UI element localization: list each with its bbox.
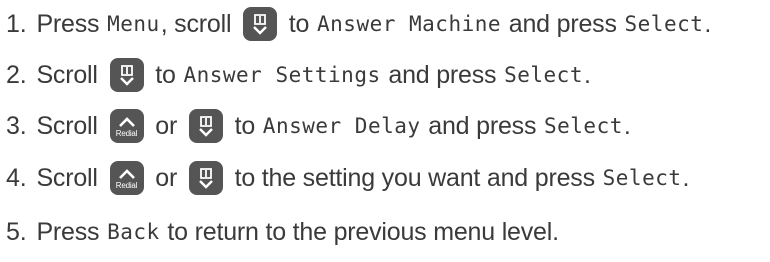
step-text: or	[148, 163, 184, 192]
redial-scroll-up-icon: Redial	[109, 161, 144, 195]
display-text-menu: Menu	[107, 11, 160, 36]
redial-scroll-up-icon: Redial	[109, 109, 144, 143]
step-text: and press	[421, 111, 543, 140]
step-text: to	[282, 9, 317, 38]
phonebook-scroll-down-icon	[243, 7, 278, 41]
phonebook-scroll-down-icon	[188, 161, 223, 195]
step-number: 3.	[6, 111, 27, 140]
step-text: to	[148, 60, 183, 89]
step-text: or	[148, 111, 184, 140]
step-1: 1. Press Menu , scroll to Answer Machine…	[6, 4, 711, 44]
step-number: 5.	[6, 217, 27, 246]
step-text: .	[583, 60, 591, 89]
phonebook-scroll-down-icon	[109, 58, 144, 92]
step-text: .	[704, 9, 712, 38]
step-number: 1.	[6, 9, 27, 38]
display-text-select: Select	[504, 62, 583, 87]
phonebook-scroll-down-icon	[188, 109, 223, 143]
step-text: and press	[502, 9, 624, 38]
step-text: and press	[381, 60, 504, 89]
display-text-back: Back	[107, 219, 160, 244]
redial-key-label: Redial	[115, 180, 138, 190]
step-text: Press	[36, 9, 107, 38]
display-text-answer-settings: Answer Settings	[183, 62, 381, 87]
step-text: , scroll	[160, 9, 239, 38]
step-text: Scroll	[36, 163, 105, 192]
step-text: .	[682, 163, 690, 192]
step-2: 2. Scroll to Answer Settings and press S…	[6, 55, 591, 95]
step-text: to return to the previous menu level.	[160, 217, 559, 246]
step-text: Scroll	[36, 111, 105, 140]
display-text-answer-machine: Answer Machine	[317, 11, 502, 36]
step-number: 2.	[6, 60, 27, 89]
display-text-select: Select	[544, 113, 623, 138]
step-5: 5. Press Back to return to the previous …	[6, 212, 559, 252]
display-text-select: Select	[624, 11, 704, 36]
step-text: .	[623, 111, 631, 140]
step-text: to the setting you want and press	[227, 163, 602, 192]
step-text: to	[227, 111, 262, 140]
display-text-select: Select	[602, 165, 682, 190]
redial-key-label: Redial	[115, 128, 138, 138]
step-4: 4. Scroll Redial or to the setting you w…	[6, 158, 689, 198]
step-text: Press	[36, 217, 107, 246]
step-3: 3. Scroll Redial or to Answer Delay and …	[6, 106, 631, 146]
step-text: Scroll	[36, 60, 105, 89]
display-text-answer-delay: Answer Delay	[262, 113, 421, 138]
step-number: 4.	[6, 163, 27, 192]
